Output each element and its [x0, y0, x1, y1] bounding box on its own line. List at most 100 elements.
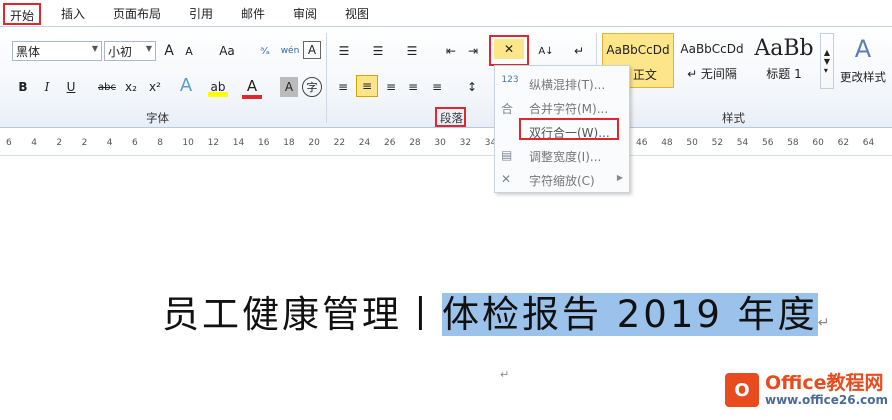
ruler-tick-label: 18 — [283, 138, 295, 148]
sort-button[interactable]: A↓ — [536, 41, 556, 61]
shrink-font-button[interactable]: A — [180, 41, 198, 61]
chinese-layout-highlight-box — [489, 35, 529, 66]
style-heading-1[interactable]: AaBb 标题 1 — [748, 33, 820, 88]
tab-insert[interactable]: 插入 — [61, 5, 85, 22]
underline-button[interactable]: U — [62, 77, 80, 97]
ruler-tick-label: 8 — [157, 138, 163, 148]
watermark-name: Office教程网 — [765, 372, 884, 394]
subscript-button[interactable]: x₂ — [122, 77, 140, 97]
highlight-button[interactable]: ab — [208, 77, 228, 97]
clear-format-button[interactable]: ᵃ⁄ₐ — [254, 41, 276, 61]
bold-button[interactable]: B — [14, 77, 32, 97]
numbering-button[interactable]: ☰ — [368, 41, 388, 61]
tab-references[interactable]: 引用 — [189, 5, 213, 22]
group-divider — [326, 33, 327, 123]
ribbon: 黑体 ▼ 小初 ▼ A A Aa ᵃ⁄ₐ wén A B I U abc x₂ … — [0, 27, 892, 128]
style-name: 标题 1 — [766, 67, 802, 81]
change-case-button[interactable]: Aa — [214, 41, 240, 61]
chinese-layout-menu: 123 纵横混排(T)... 合 合并字符(M)... 双行合一(W)... ▤… — [494, 65, 630, 193]
ruler-tick-label: 52 — [711, 138, 724, 148]
font-name-combo[interactable]: 黑体 ▼ — [12, 41, 102, 61]
menu-item-adjust-width[interactable]: ▤ 调整宽度(I)... — [495, 144, 631, 168]
strikethrough-button[interactable]: abc — [96, 77, 118, 97]
style-name: ↵ 无间隔 — [687, 67, 737, 81]
multilevel-list-button[interactable]: ☰ — [402, 41, 422, 61]
superscript-button[interactable]: x² — [146, 77, 164, 97]
ruler-tick-label: 48 — [661, 138, 673, 148]
tab-review[interactable]: 审阅 — [293, 5, 317, 22]
align-right-button[interactable]: ≡ — [382, 77, 400, 97]
style-sample: AaBb — [754, 36, 814, 61]
ruler-tick-label: 54 — [736, 138, 749, 148]
distribute-button[interactable]: ≡ — [428, 77, 446, 97]
ruler-tick-label: 64 — [862, 138, 875, 148]
document-title[interactable]: 员工健康管理丨体检报告 2019 年度↵ — [162, 284, 832, 338]
show-marks-button[interactable]: ↵ — [570, 41, 588, 61]
tab-mailings[interactable]: 邮件 — [241, 5, 265, 22]
ruler-tick-label: 6 — [6, 138, 12, 148]
change-styles-icon: A — [854, 35, 872, 63]
styles-scroll[interactable]: ▲ ▼ ▾ — [820, 33, 834, 89]
tab-home[interactable]: 开始 — [3, 3, 42, 25]
ruler-tick-label: 30 — [434, 138, 446, 148]
grow-font-button[interactable]: A — [160, 41, 178, 61]
chevron-down-icon: ▼ — [91, 44, 98, 53]
text-effects-button[interactable]: A — [176, 75, 196, 96]
font-color-button[interactable]: A — [242, 77, 262, 99]
menu-item-combine-characters[interactable]: 合 合并字符(M)... — [495, 96, 631, 120]
styles-group-label: 样式 — [722, 111, 745, 125]
watermark-url: www.office26.com — [765, 393, 889, 407]
paragraph-mark: ↵ — [817, 315, 833, 331]
ruler-tick-label: 60 — [812, 138, 824, 148]
enclose-characters-button[interactable]: 字 — [302, 77, 322, 97]
font-group-label: 字体 — [146, 111, 169, 125]
decrease-indent-button[interactable]: ⇤ — [442, 41, 460, 61]
ruler-tick-label: 24 — [358, 138, 371, 148]
ruler-tick-label: 2 — [56, 138, 63, 148]
ruler-tick-label: 14 — [232, 138, 245, 148]
combine-characters-icon: 合 — [501, 102, 514, 116]
ruler-tick-label: 4 — [106, 138, 113, 148]
style-no-spacing[interactable]: AaBbCcDd ↵ 无间隔 — [676, 33, 748, 88]
italic-button[interactable]: I — [38, 77, 56, 97]
bullets-button[interactable]: ☰ — [334, 41, 354, 61]
menu-item-label: 纵横混排(T)... — [529, 78, 606, 92]
submenu-arrow-icon: ▶ — [616, 173, 623, 182]
ruler-tick-label: 10 — [182, 138, 194, 148]
character-shading-button[interactable]: A — [280, 77, 298, 97]
paragraph-label-highlight-box — [435, 107, 466, 127]
office-logo-icon: O — [725, 373, 759, 407]
increase-indent-button[interactable]: ⇥ — [464, 41, 482, 61]
style-sample: AaBbCcDd — [680, 42, 744, 56]
ruler-tick-label: 58 — [787, 138, 799, 148]
ruler-tick-label: 6 — [132, 138, 138, 148]
tab-view[interactable]: 视图 — [345, 5, 369, 22]
character-border-button[interactable]: A — [303, 41, 321, 59]
center-button[interactable]: ≡ — [356, 75, 378, 97]
font-size-combo[interactable]: 小初 ▼ — [104, 41, 156, 61]
menu-item-character-scaling[interactable]: ✕ 字符缩放(C) ▶ — [495, 168, 631, 192]
justify-button[interactable]: ≡ — [404, 77, 422, 97]
ruler-tick-label: 32 — [459, 138, 472, 148]
ruler-tick-label: 20 — [308, 138, 320, 148]
ruler-tick-label: 22 — [333, 138, 346, 148]
menu-item-vertical-horizontal[interactable]: 纵横混排(T)... — [495, 72, 631, 96]
ruler-tick-label: 4 — [31, 138, 37, 148]
change-styles-button[interactable]: 更改样式 — [838, 67, 888, 87]
menu-item-label: 字符缩放(C) — [529, 174, 595, 188]
font-name-value: 黑体 — [16, 45, 41, 59]
ruler-tick-label: 46 — [636, 138, 648, 148]
menu-item-label: 合并字符(M)... — [529, 102, 609, 116]
watermark-logo: O Office教程网 www.office26.com — [725, 368, 888, 412]
phonetic-guide-button[interactable]: wén — [279, 41, 301, 61]
line-spacing-button[interactable]: ↕ — [462, 77, 482, 97]
title-plain-text: 员工健康管理丨 — [162, 293, 442, 336]
align-left-button[interactable]: ≡ — [334, 77, 352, 97]
tab-page-layout[interactable]: 页面布局 — [113, 5, 161, 22]
ruler-tick-label: 28 — [409, 138, 421, 148]
ruler-tick-label: 2 — [81, 138, 88, 148]
ruler: 6422468101214161820222426283032343638404… — [0, 128, 892, 156]
title-selected-text: 体检报告 2019 年度 — [442, 293, 818, 336]
menu-item-label: 调整宽度(I)... — [529, 150, 602, 164]
chevron-down-icon: ▼ — [145, 44, 152, 53]
